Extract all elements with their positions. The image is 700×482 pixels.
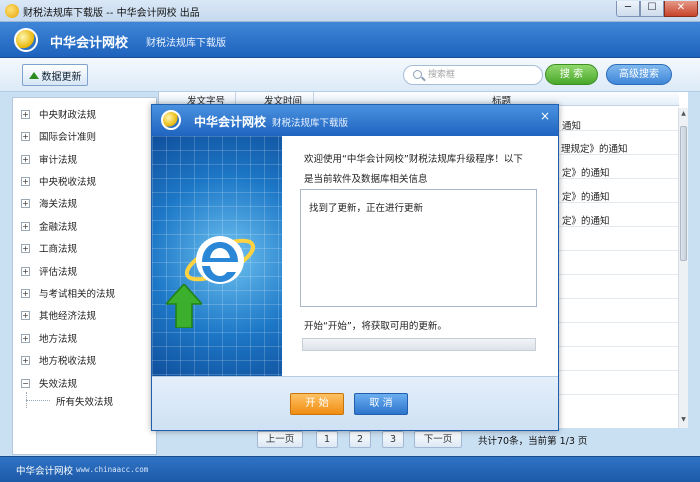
dialog-brand: 中华会计网校 bbox=[194, 115, 267, 129]
update-dialog: 中华会计网校 财税法规库下载版 × 欢迎使用“中华会计网校”财税法规库升级程序！… bbox=[151, 104, 559, 431]
table-row[interactable]: 通知 bbox=[562, 118, 581, 132]
expand-toggle-icon[interactable]: + bbox=[21, 288, 30, 298]
search-icon bbox=[413, 70, 422, 79]
welcome-line: 是当前软件及数据库相关信息 bbox=[304, 174, 428, 185]
tree-child-item[interactable]: 所有失效法规 bbox=[56, 394, 113, 408]
tree-item[interactable]: + 其他经济法规 bbox=[21, 308, 96, 322]
expand-toggle-icon[interactable]: + bbox=[21, 176, 30, 186]
data-update-button[interactable]: 数据更新 bbox=[22, 64, 88, 86]
tree-item-label: 评估法规 bbox=[39, 267, 78, 278]
table-row[interactable]: 理规定》的通知 bbox=[561, 141, 628, 155]
scrollbar-thumb[interactable] bbox=[680, 126, 687, 261]
cancel-button[interactable]: 取 消 bbox=[354, 393, 408, 415]
tree-item[interactable]: + 金融法规 bbox=[21, 219, 77, 233]
table-row[interactable]: 定》的通知 bbox=[562, 213, 610, 227]
welcome-text: 欢迎使用“中华会计网校”财税法规库升级程序！以下 是当前软件及数据库相关信息 bbox=[304, 150, 544, 190]
tree-item-label: 海关法规 bbox=[39, 199, 78, 210]
search-button[interactable]: 搜 索 bbox=[545, 64, 598, 85]
tree-item[interactable]: + 地方法规 bbox=[21, 331, 77, 345]
tree-item-label: 工商法规 bbox=[39, 244, 78, 255]
tree-item[interactable]: + 审计法规 bbox=[21, 152, 77, 166]
expand-toggle-icon[interactable]: + bbox=[21, 243, 30, 253]
app-icon bbox=[5, 4, 19, 18]
tree-item[interactable]: + 工商法规 bbox=[21, 241, 77, 255]
status-url: www.chinaacc.com bbox=[76, 465, 149, 474]
dialog-footer: 开 始 取 消 bbox=[152, 376, 558, 430]
tree-item-label: 地方法规 bbox=[39, 334, 78, 345]
expand-toggle-icon[interactable]: + bbox=[21, 310, 30, 320]
collapse-toggle-icon[interactable]: − bbox=[21, 378, 30, 388]
expand-toggle-icon[interactable]: + bbox=[21, 198, 30, 208]
expand-toggle-icon[interactable]: + bbox=[21, 333, 30, 343]
page-info: 共计70条，当前第 1/3 页 bbox=[478, 436, 588, 447]
toolbar: 数据更新 搜 索 高级搜索 bbox=[0, 58, 700, 92]
tree-connector bbox=[26, 400, 50, 401]
app-subtitle: 财税法规库下载版 bbox=[146, 38, 226, 49]
category-tree: + 中央财政法规 + 国际会计准则 + 审计法规 + 中央税收法规 + 海关法规 + 金融法… bbox=[12, 97, 157, 455]
tree-item-label: 国际会计准则 bbox=[39, 132, 97, 143]
start-hint: 开始“开始”，将获取可用的更新。 bbox=[304, 321, 447, 332]
expand-toggle-icon[interactable]: + bbox=[21, 221, 30, 231]
tree-item-label: 与考试相关的法规 bbox=[39, 289, 116, 300]
tree-item[interactable]: + 国际会计准则 bbox=[21, 129, 96, 143]
chinaacc-logo-icon bbox=[14, 28, 38, 52]
tree-item[interactable]: + 评估法规 bbox=[21, 264, 77, 278]
app-header: 中华会计网校 财税法规库下载版 bbox=[0, 22, 700, 58]
scroll-down-icon[interactable]: ▼ bbox=[680, 416, 687, 424]
status-brand: 中华会计网校 bbox=[16, 466, 74, 477]
expand-toggle-icon[interactable]: + bbox=[21, 131, 30, 141]
dialog-subtitle: 财税法规库下载版 bbox=[272, 118, 349, 129]
expand-toggle-icon[interactable]: + bbox=[21, 109, 30, 119]
page-button[interactable]: 3 bbox=[382, 431, 404, 448]
expand-toggle-icon[interactable]: + bbox=[21, 266, 30, 276]
prev-page-button[interactable]: 上一页 bbox=[257, 431, 303, 448]
update-status-text: 找到了更新，正在进行更新 bbox=[309, 203, 424, 214]
status-bar: 中华会计网校 www.chinaacc.com bbox=[0, 456, 700, 482]
update-progress-bar bbox=[302, 338, 536, 351]
vertical-scrollbar[interactable]: ▲ ▼ bbox=[678, 108, 688, 428]
tree-item-label: 中央税收法规 bbox=[39, 177, 97, 188]
tree-item-label: 中央财政法规 bbox=[39, 110, 97, 121]
advanced-search-button[interactable]: 高级搜索 bbox=[606, 64, 672, 85]
start-button[interactable]: 开 始 bbox=[290, 393, 344, 415]
search-input[interactable] bbox=[428, 69, 538, 81]
next-page-button[interactable]: 下一页 bbox=[414, 431, 462, 448]
tree-item-label: 地方税收法规 bbox=[39, 356, 97, 367]
window-title: 财税法规库下载版 -- 中华会计网校 出品 bbox=[23, 8, 200, 19]
tree-item-label: 审计法规 bbox=[39, 155, 78, 166]
window-titlebar: 财税法规库下载版 -- 中华会计网校 出品 ─ ☐ ✕ bbox=[0, 0, 700, 22]
chinaacc-logo-icon bbox=[161, 110, 181, 130]
search-box[interactable] bbox=[403, 65, 543, 85]
maximize-button[interactable]: ☐ bbox=[640, 1, 664, 17]
green-up-arrow-icon bbox=[166, 284, 202, 328]
update-illustration bbox=[152, 136, 282, 376]
brand-name: 中华会计网校 bbox=[50, 36, 129, 51]
tree-item[interactable]: + 中央税收法规 bbox=[21, 174, 96, 188]
tree-item[interactable]: + 地方税收法规 bbox=[21, 353, 96, 367]
dialog-header: 中华会计网校 财税法规库下载版 × bbox=[152, 105, 558, 136]
up-arrow-icon bbox=[28, 71, 39, 79]
table-row[interactable]: 定》的通知 bbox=[562, 189, 610, 203]
tree-item-label: 其他经济法规 bbox=[39, 311, 97, 322]
welcome-line: 欢迎使用“中华会计网校”财税法规库升级程序！以下 bbox=[304, 154, 523, 165]
tree-item[interactable]: + 中央财政法规 bbox=[21, 107, 96, 121]
close-window-button[interactable]: ✕ bbox=[664, 1, 698, 17]
tree-item-label: 金融法规 bbox=[39, 222, 78, 233]
update-info-box: 找到了更新，正在进行更新 bbox=[300, 189, 537, 307]
tree-item[interactable]: + 与考试相关的法规 bbox=[21, 286, 115, 300]
page-button[interactable]: 2 bbox=[349, 431, 371, 448]
tree-item[interactable]: − 失效法规 bbox=[21, 376, 77, 390]
dialog-close-button[interactable]: × bbox=[537, 109, 553, 125]
expand-toggle-icon[interactable]: + bbox=[21, 355, 30, 365]
table-row[interactable]: 定》的通知 bbox=[562, 165, 610, 179]
minimize-button[interactable]: ─ bbox=[616, 1, 640, 17]
tree-item[interactable]: + 海关法规 bbox=[21, 196, 77, 210]
expand-toggle-icon[interactable]: + bbox=[21, 154, 30, 164]
tree-item-label: 失效法规 bbox=[39, 379, 78, 390]
page-button[interactable]: 1 bbox=[316, 431, 338, 448]
scroll-up-icon[interactable]: ▲ bbox=[680, 110, 687, 118]
data-update-label: 数据更新 bbox=[41, 71, 82, 83]
